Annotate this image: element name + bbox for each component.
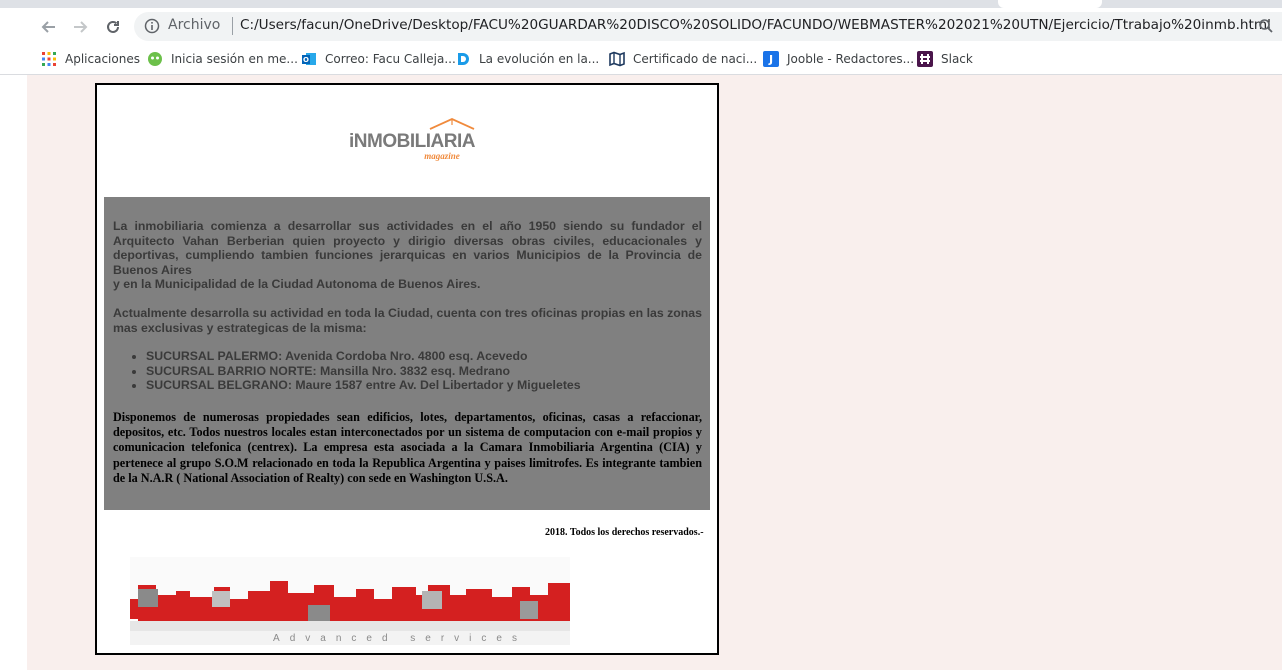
bookmark-evolucion[interactable]: La evolución en la... xyxy=(455,49,599,69)
reload-icon xyxy=(107,20,119,33)
bookmark-label: Correo: Facu Calleja... xyxy=(325,52,456,66)
apps-grid-icon xyxy=(41,51,57,67)
forward-arrow-icon xyxy=(74,21,88,33)
info-icon[interactable] xyxy=(144,18,160,34)
green-circle-icon xyxy=(147,51,163,67)
scheme-label: Archivo xyxy=(168,17,221,33)
branch-item: SUCURSAL BARRIO NORTE: Mansilla Nro. 383… xyxy=(146,364,702,379)
properties-paragraph: Disponemos de numerosas propiedades sean… xyxy=(113,409,702,485)
bookmark-apps[interactable]: Aplicaciones xyxy=(41,49,140,69)
copyright-text: 2018. Todos los derechos reservados.- xyxy=(545,527,704,538)
bookmark-certificado[interactable]: Certificado de naci... xyxy=(609,49,757,69)
omnibox-separator xyxy=(232,17,233,35)
activity-paragraph: Actualmente desarrolla su actividad en t… xyxy=(113,305,702,335)
page-left-margin xyxy=(0,75,27,670)
about-content: La inmobiliaria comienza a desarrollar s… xyxy=(113,219,702,486)
outlook-icon: O xyxy=(301,51,317,67)
reload-button[interactable] xyxy=(100,14,126,40)
bookmark-label: La evolución en la... xyxy=(479,52,600,66)
bookmark-slack[interactable]: Slack xyxy=(917,49,973,69)
about-section: La inmobiliaria comienza a desarrollar s… xyxy=(104,197,710,510)
bookmark-label: Jooble - Redactores... xyxy=(787,52,915,66)
browser-toolbar: Archivo C:/Users/facun/OneDrive/Desktop/… xyxy=(0,8,1282,44)
bookmark-login[interactable]: Inicia sesión en me... xyxy=(147,49,298,69)
branch-list: SUCURSAL PALERMO: Avenida Cordoba Nro. 4… xyxy=(113,349,702,393)
intro-text-cont: y en la Municipalidad de la Ciudad Auton… xyxy=(113,277,481,292)
intro-paragraph: La inmobiliaria comienza a desarrollar s… xyxy=(113,219,702,292)
bookmark-label: Aplicaciones xyxy=(65,52,140,66)
document-container: iNMOBILIARIA magazine La inmobiliaria co… xyxy=(95,83,719,655)
active-tab[interactable] xyxy=(998,0,1102,8)
logo-text: iNMOBILIARIA xyxy=(349,131,476,152)
back-arrow-icon xyxy=(41,21,55,33)
zoom-icon[interactable] xyxy=(1258,18,1274,34)
inmobiliaria-logo: iNMOBILIARIA magazine xyxy=(349,118,476,161)
bookmark-outlook[interactable]: O Correo: Facu Calleja... xyxy=(301,49,456,69)
tab-strip xyxy=(0,0,1282,8)
bookmark-jooble[interactable]: J Jooble - Redactores... xyxy=(763,49,914,69)
bookmark-label: Slack xyxy=(941,52,973,66)
address-bar[interactable]: Archivo C:/Users/facun/OneDrive/Desktop/… xyxy=(134,12,1282,41)
logo-subtext: magazine xyxy=(424,151,460,161)
back-button[interactable] xyxy=(36,14,62,40)
slack-icon xyxy=(917,51,933,67)
intro-text: La inmobiliaria comienza a desarrollar s… xyxy=(113,219,702,277)
forward-button[interactable] xyxy=(67,14,93,40)
url-text[interactable]: C:/Users/facun/OneDrive/Desktop/FACU%20G… xyxy=(240,17,1271,33)
branch-item: SUCURSAL PALERMO: Avenida Cordoba Nro. 4… xyxy=(146,349,702,364)
jooble-icon: J xyxy=(763,51,779,67)
banner-caption: Advanced services xyxy=(273,633,527,644)
svg-text:O: O xyxy=(303,56,309,64)
branch-item: SUCURSAL BELGRANO: Maure 1587 entre Av. … xyxy=(146,378,702,393)
advanced-services-banner: Advanced services xyxy=(130,557,570,645)
bookmark-label: Certificado de naci... xyxy=(633,52,758,66)
blue-d-icon xyxy=(455,51,471,67)
map-icon xyxy=(609,51,625,67)
bookmarks-bar: Aplicaciones Inicia sesión en me... O Co… xyxy=(0,44,1282,75)
svg-text:J: J xyxy=(768,53,773,66)
bookmark-label: Inicia sesión en me... xyxy=(171,52,298,66)
